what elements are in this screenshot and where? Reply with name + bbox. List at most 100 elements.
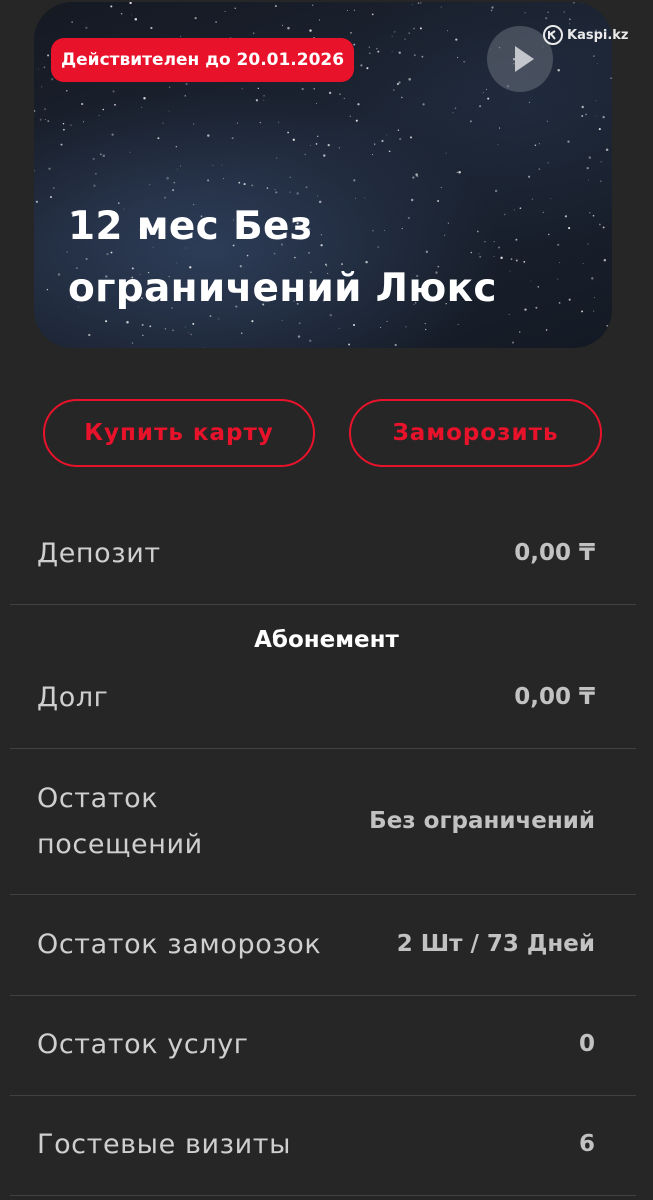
divider [10,1195,636,1196]
deposit-value: 0,00 ₸ [514,540,595,566]
star-dot [494,189,498,193]
star-dot [192,322,195,325]
star-dot [458,170,461,174]
star-dot [50,77,54,81]
star-dot [102,108,105,111]
star-dot [47,54,50,57]
star-dot [338,327,340,329]
star-dot [92,157,95,160]
star-dot [46,288,49,291]
subscription-section-title: Абонемент [254,627,399,653]
star-dot [289,191,291,193]
star-dot [599,3,601,5]
star-dot [592,214,595,217]
star-dot [598,128,601,131]
star-dot [111,133,114,136]
star-dot [592,310,595,312]
star-dot [238,181,241,184]
star-dot [240,332,243,335]
star-dot [112,90,115,93]
star-dot [259,121,261,124]
star-dot [398,51,401,54]
star-dot [546,120,549,122]
star-dot [323,154,326,157]
star-dot [129,2,132,5]
buy-card-button[interactable]: Купить карту [43,399,315,467]
star-dot [350,31,352,34]
star-dot [164,328,167,330]
freeze-button[interactable]: Заморозить [349,399,602,467]
star-dot [603,258,607,262]
star-dot [413,54,416,57]
star-dot [88,333,91,337]
star-dot [224,11,226,12]
star-dot [568,18,571,21]
star-dot [421,55,424,58]
star-dot [588,179,590,181]
star-dot [207,134,210,137]
deposit-row: Депозит 0,00 ₸ [0,532,653,604]
star-dot [120,12,123,15]
star-dot [141,106,143,108]
star-dot [374,143,376,145]
star-dot [497,144,499,146]
star-dot [134,18,138,21]
star-dot [185,82,188,85]
star-dot [610,77,612,79]
star-dot [184,326,186,328]
star-dot [251,320,254,323]
guest-visits-value: 6 [578,1131,595,1157]
star-dot [487,97,490,100]
star-dot [425,328,427,331]
star-dot [192,123,195,125]
star-dot [257,87,259,90]
star-dot [142,334,144,337]
divider [10,1095,636,1096]
star-dot [44,108,47,111]
star-dot [297,335,301,338]
star-dot [353,43,356,46]
debt-row: Долг 0,00 ₸ [0,676,653,748]
star-dot [315,143,318,145]
star-dot [377,50,380,53]
star-dot [440,6,442,8]
star-dot [215,21,218,24]
star-dot [60,143,63,146]
star-dot [417,2,420,4]
star-dot [166,176,169,180]
star-dot [241,88,243,90]
star-dot [141,323,144,326]
star-dot [168,86,171,88]
star-dot [236,122,238,124]
star-dot [149,183,151,186]
debt-label: Долг [37,682,109,713]
star-dot [366,67,369,70]
star-dot [409,136,413,139]
star-dot [275,157,278,159]
star-dot [176,168,178,170]
star-dot [110,5,113,8]
star-dot [81,102,84,106]
star-dot [190,333,192,336]
star-dot [223,178,224,180]
star-dot [585,113,587,116]
star-dot [150,26,153,30]
star-dot [602,226,605,229]
star-dot [63,128,65,131]
star-dot [567,140,570,143]
star-dot [35,339,38,342]
valid-until-badge: Действителен до 20.01.2026 [51,38,355,82]
star-dot [419,27,422,30]
star-dot [545,17,548,20]
star-dot [595,100,597,102]
star-dot [349,115,351,117]
star-dot [251,184,254,187]
star-dot [573,2,575,4]
star-dot [274,5,277,7]
freezes-remaining-row: Остаток заморозок 2 Шт / 73 Дней [0,923,653,995]
star-dot [499,127,501,129]
star-dot [243,183,246,186]
star-dot [547,162,549,164]
star-dot [397,129,400,131]
star-dot [348,343,351,346]
